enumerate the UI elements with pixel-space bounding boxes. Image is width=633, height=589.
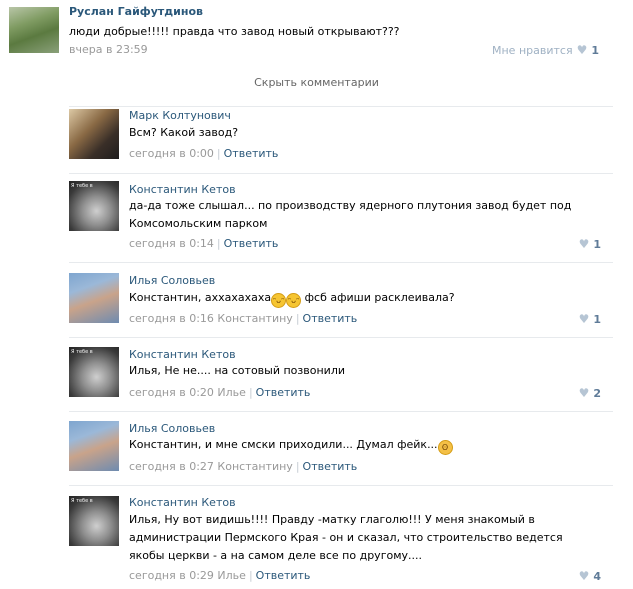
avatar-caption: Я тебе в [71, 349, 93, 355]
commenter-name[interactable]: Илья Соловьев [129, 422, 215, 435]
comment-time[interactable]: сегодня в 0:00 [129, 147, 214, 160]
comment-like-count: 1 [593, 312, 601, 326]
comment-like-count: 4 [593, 569, 601, 583]
reply-button[interactable]: Ответить [303, 460, 358, 473]
reply-button[interactable]: Ответить [224, 237, 279, 250]
post-author-name[interactable]: Руслан Гайфутдинов [69, 5, 203, 18]
comment-divider [69, 106, 613, 107]
comment: Я тебе в Константин Кетов Илья, Ну вот в… [69, 485, 613, 589]
reply-to-user[interactable]: Константину [217, 312, 292, 325]
comment-meta: сегодня в 0:14 | Ответить [129, 237, 279, 250]
heart-icon: ♥ [578, 386, 590, 400]
comment: Илья Соловьев Константин, аххахахаха ᵔᴗᵔ ᵔ… [69, 262, 613, 336]
commenter-name[interactable]: Илья Соловьев [129, 274, 215, 287]
comment-text-part: Константин, аххахахаха [129, 291, 272, 304]
comment-text: да-да тоже слышал... по производству яде… [129, 199, 572, 230]
post-like-label: Мне нравится [492, 43, 573, 57]
reply-to-user[interactable]: Илье [217, 569, 246, 582]
heart-icon: ♥ [576, 43, 588, 57]
reply-to-user[interactable]: Константину [217, 460, 292, 473]
comment-time[interactable]: сегодня в 0:20 [129, 386, 214, 399]
post: Руслан Гайфутдинов люди добрые!!!!! прав… [0, 0, 633, 66]
comment: Я тебе в Константин Кетов да-да тоже слы… [69, 173, 613, 261]
comment-text-part: фсб афиши расклеивала? [301, 291, 455, 304]
comment-meta: сегодня в 0:00 | Ответить [129, 147, 279, 160]
comment: Марк Колтунович Всм? Какой завод? сегодн… [69, 106, 613, 172]
comment-time[interactable]: сегодня в 0:27 [129, 460, 214, 473]
comment-time[interactable]: сегодня в 0:29 [129, 569, 214, 582]
reply-button[interactable]: Ответить [256, 386, 311, 399]
commenter-name[interactable]: Константин Кетов [129, 348, 236, 361]
commenter-avatar[interactable] [69, 421, 119, 471]
commenter-name[interactable]: Константин Кетов [129, 496, 236, 509]
comment-text: Константин, аххахахаха ᵔᴗᵔ ᵔᴗᵔ фсб афиши р… [129, 289, 599, 308]
reply-button[interactable]: Ответить [224, 147, 279, 160]
comment-meta: сегодня в 0:29 Илье | Ответить [129, 569, 311, 582]
comment-time[interactable]: сегодня в 0:14 [129, 237, 214, 250]
comment-text: Илья, Ну вот видишь!!!! Правду -матку гл… [129, 513, 563, 562]
shocked-emoji-icon: ʘ [437, 440, 453, 455]
post-text: люди добрые!!!!! правда что завод новый … [69, 25, 400, 38]
reply-button[interactable]: Ответить [256, 569, 311, 582]
commenter-avatar[interactable] [69, 109, 119, 159]
comment-text: Илья, Не не.... на сотовый позвонили [129, 364, 345, 377]
avatar-caption: Я тебе в [71, 183, 93, 189]
comment-divider [69, 411, 613, 412]
commenter-name[interactable]: Константин Кетов [129, 183, 236, 196]
comment-like-button[interactable]: ♥ 2 [579, 386, 601, 400]
comment-divider [69, 337, 613, 338]
avatar-caption: Я тебе в [71, 498, 93, 504]
comment-divider [69, 485, 613, 486]
comment-like-button[interactable]: ♥ 4 [579, 569, 601, 583]
comment: Я тебе в Константин Кетов Илья, Не не...… [69, 337, 613, 410]
comment: Илья Соловьев Константин, и мне смски пр… [69, 411, 613, 484]
comment-divider [69, 173, 613, 174]
comment-meta: сегодня в 0:27 Константину | Ответить [129, 460, 358, 473]
laughing-emoji-icon: ᵔᴗᵔ [271, 293, 287, 308]
reply-button[interactable]: Ответить [303, 312, 358, 325]
heart-icon: ♥ [578, 312, 590, 326]
comment-meta: сегодня в 0:16 Константину | Ответить [129, 312, 358, 325]
heart-icon: ♥ [578, 237, 590, 251]
commenter-avatar[interactable]: Я тебе в [69, 496, 119, 546]
commenter-avatar[interactable]: Я тебе в [69, 181, 119, 231]
comment-like-button[interactable]: ♥ 1 [579, 237, 601, 251]
post-time[interactable]: вчера в 23:59 [69, 43, 148, 56]
commenter-avatar[interactable]: Я тебе в [69, 347, 119, 397]
commenter-name[interactable]: Марк Колтунович [129, 109, 231, 122]
comment-meta: сегодня в 0:20 Илье | Ответить [129, 386, 311, 399]
comment-text-part: Константин, и мне смски приходили... Дум… [129, 438, 438, 451]
heart-icon: ♥ [578, 569, 590, 583]
comment-like-button[interactable]: ♥ 1 [579, 312, 601, 326]
laughing-emoji-icon: ᵔᴗᵔ [286, 293, 302, 308]
comment-text: Константин, и мне смски приходили... Дум… [129, 436, 599, 455]
post-author-avatar[interactable] [9, 7, 59, 53]
commenter-avatar[interactable] [69, 273, 119, 323]
comment-divider [69, 262, 613, 263]
post-like-button[interactable]: Мне нравится ♥ 1 [492, 43, 599, 57]
post-like-count: 1 [591, 43, 599, 57]
comment-like-count: 2 [593, 386, 601, 400]
comment-text: Всм? Какой завод? [129, 126, 239, 139]
comment-time[interactable]: сегодня в 0:16 [129, 312, 214, 325]
hide-comments-link[interactable]: Скрыть комментарии [0, 76, 633, 89]
comment-like-count: 1 [593, 237, 601, 251]
reply-to-user[interactable]: Илье [217, 386, 246, 399]
